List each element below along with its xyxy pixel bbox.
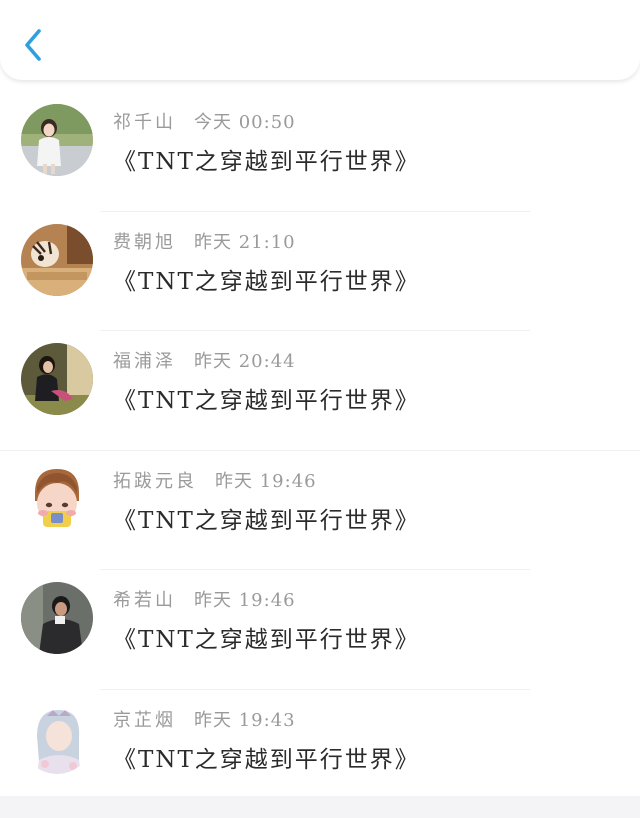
message-time: 昨天 19:46 (194, 590, 296, 611)
back-button[interactable] (18, 24, 52, 64)
message-text: 《TNT之穿越到平行世界》 (113, 149, 420, 175)
avatar[interactable] (21, 343, 93, 415)
message-text: 《TNT之穿越到平行世界》 (113, 388, 420, 414)
message-meta: 祁千山 今天 00:50 (113, 108, 296, 134)
message-meta: 希若山 昨天 19:46 (113, 586, 296, 612)
message-row[interactable]: 拓跋元良 昨天 19:46 《TNT之穿越到平行世界》 (0, 451, 640, 570)
sender-name: 拓跋元良 (113, 470, 197, 492)
avatar[interactable] (21, 701, 93, 774)
message-time: 昨天 19:43 (194, 709, 296, 731)
message-time: 昨天 19:46 (215, 470, 317, 492)
message-meta: 京芷烟 昨天 19:43 (113, 706, 296, 732)
message-text: 《TNT之穿越到平行世界》 (113, 268, 420, 295)
message-row[interactable]: 费朝旭 昨天 21:10 《TNT之穿越到平行世界》 (0, 212, 640, 331)
sender-name: 希若山 (113, 590, 176, 611)
message-time: 昨天 21:10 (194, 231, 296, 253)
message-list: 祁千山今天 00:50 《TNT之穿越到平行世界》 费朝旭昨天 21:10 (0, 92, 640, 809)
avatar[interactable] (21, 223, 93, 296)
message-text: 《TNT之穿越到平行世界》 (113, 507, 420, 534)
top-navigation-bar (0, 0, 640, 80)
avatar[interactable] (21, 462, 93, 535)
bottom-strip (0, 796, 640, 818)
sender-name: 祁千山 (113, 112, 176, 133)
message-text: 《TNT之穿越到平行世界》 (113, 746, 420, 773)
message-row[interactable]: 希若山 昨天 19:46 《TNT之穿越到平行世界》 (0, 570, 640, 690)
sender-name: 福浦泽 (113, 351, 176, 372)
message-meta: 拓跋元良 昨天 19:46 (113, 467, 317, 493)
message-row[interactable]: 京芷烟 昨天 19:43 《TNT之穿越到平行世界》 (0, 690, 640, 810)
sender-name: 费朝旭 (113, 231, 176, 253)
message-list-page: 祁千山今天 00:50 《TNT之穿越到平行世界》 费朝旭昨天 21:10 (0, 0, 640, 818)
message-time: 今天 00:50 (194, 112, 296, 133)
message-time: 昨天 20:44 (194, 351, 296, 372)
message-meta: 费朝旭 昨天 21:10 (113, 228, 296, 254)
chevron-left-icon (25, 29, 41, 61)
message-meta: 福浦泽 昨天 20:44 (113, 347, 296, 373)
message-row[interactable]: 祁千山 今天 00:50 《TNT之穿越到平行世界》 (0, 92, 640, 212)
sender-name: 京芷烟 (113, 709, 176, 731)
avatar[interactable] (21, 582, 93, 654)
message-row[interactable]: 福浦泽 昨天 20:44 《TNT之穿越到平行世界》 (0, 331, 640, 451)
avatar[interactable] (21, 104, 93, 176)
message-text: 《TNT之穿越到平行世界》 (113, 627, 420, 653)
